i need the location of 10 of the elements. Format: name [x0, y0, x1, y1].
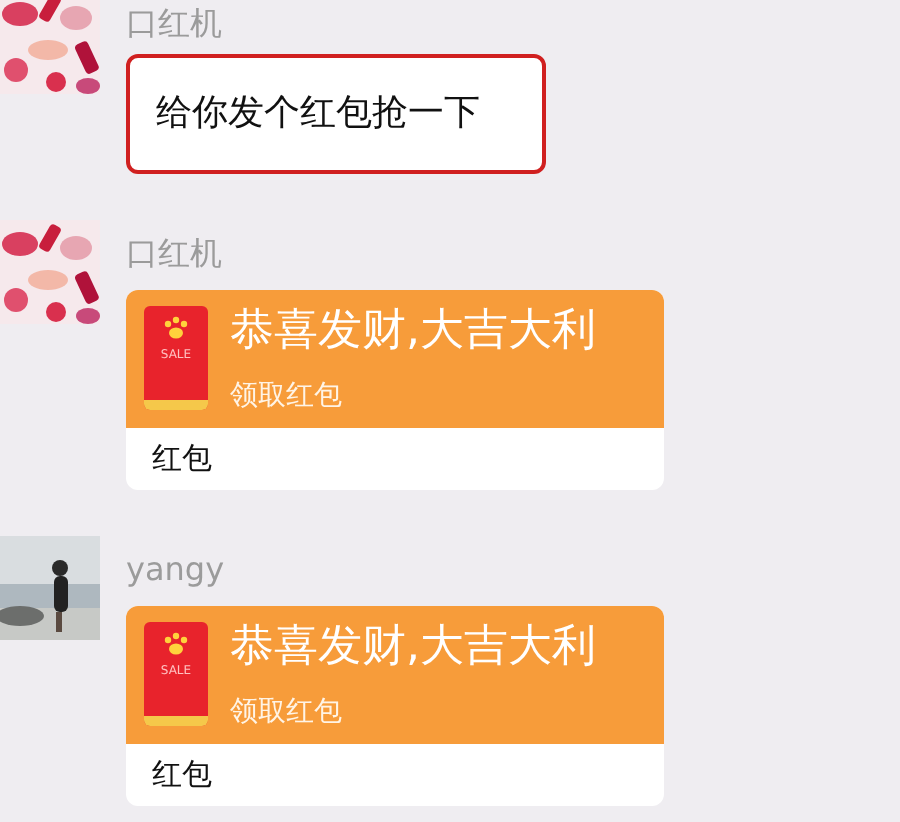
- sender-name: 口红机: [126, 4, 224, 44]
- packet-title: 恭喜发财,大吉大利: [230, 622, 596, 674]
- message-bubble: 给你发个红包抢一下: [126, 54, 546, 174]
- packet-action: 领取红包: [230, 694, 344, 730]
- sender-name: yangy: [126, 550, 227, 590]
- packet-action: 领取红包: [230, 378, 344, 414]
- packet-label: 红包: [152, 440, 212, 476]
- packet-label: 红包: [152, 756, 212, 792]
- packet-title: 恭喜发财,大吉大利: [230, 306, 596, 358]
- sender-name: 口红机: [126, 234, 224, 274]
